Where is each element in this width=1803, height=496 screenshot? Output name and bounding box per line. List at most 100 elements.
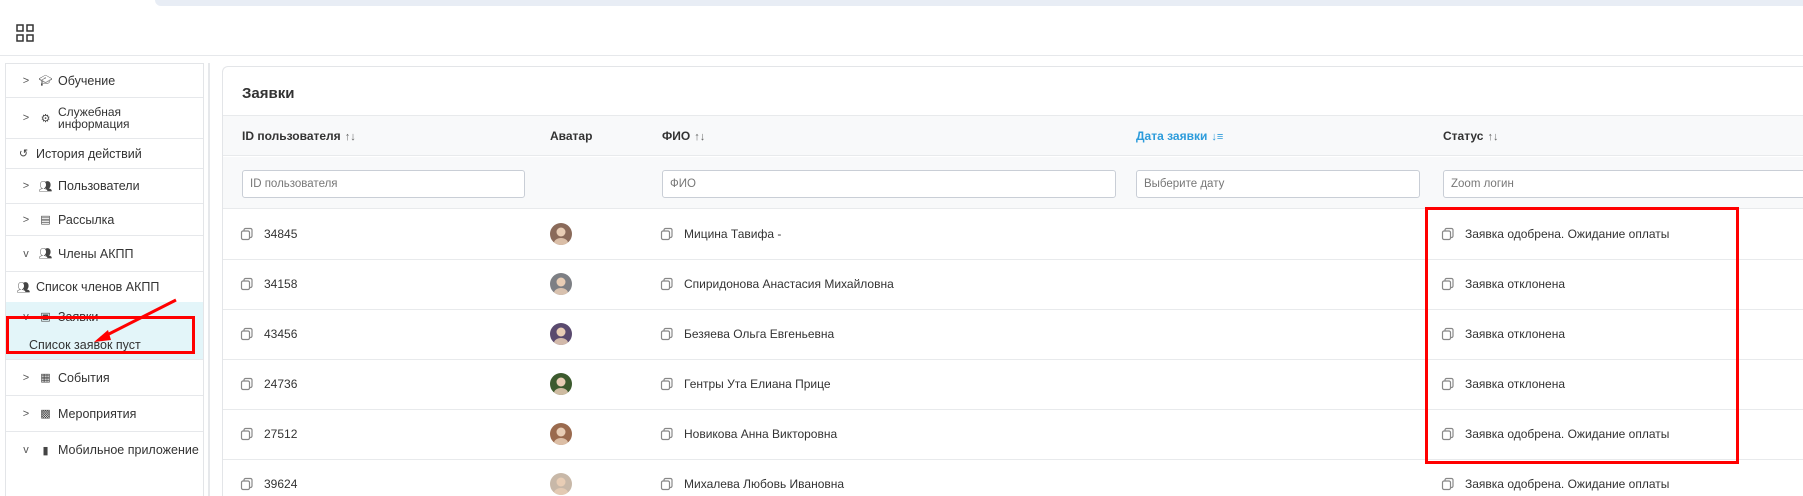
users-icon: 👥︎	[16, 281, 31, 294]
copy-icon[interactable]	[240, 377, 254, 391]
page-title: Заявки	[242, 85, 295, 102]
table-row[interactable]: 24736 Гентры Ута Елиана Прице Заявка откло…	[223, 360, 1803, 410]
status-cell: Заявка одобрена. Ожидание оплаты	[1441, 477, 1669, 491]
copy-icon[interactable]	[1441, 327, 1455, 341]
copy-icon[interactable]	[1441, 277, 1455, 291]
status-value: Заявка отклонена	[1465, 277, 1566, 291]
column-header-status[interactable]: Статус ↑↓	[1443, 129, 1498, 143]
fio-value: Новикова Анна Викторовна	[684, 427, 838, 441]
user-id-cell: 34845	[240, 227, 297, 241]
sidebar-item-history[interactable]: ↺ История действий	[6, 139, 203, 169]
user-id-value: 39624	[264, 477, 298, 491]
avatar-image	[554, 327, 568, 345]
grid-icon[interactable]	[16, 24, 34, 42]
copy-icon[interactable]	[240, 477, 254, 491]
id-card-icon: ▣	[40, 311, 51, 323]
copy-icon[interactable]	[660, 477, 674, 491]
copy-icon[interactable]	[240, 277, 254, 291]
fio-value: Гентры Ута Елиана Прице	[684, 377, 831, 391]
newspaper-icon: ▤	[40, 214, 51, 226]
sidebar-item-label: Служебная информация	[58, 106, 130, 130]
table-row[interactable]: 34845 Мицина Тавифа - Заявка одобрена. Ожи…	[223, 210, 1803, 260]
sidebar-divider	[208, 63, 210, 496]
status-cell: Заявка одобрена. Ожидание оплаты	[1441, 427, 1669, 441]
sidebar-item-label: Рассылка	[58, 212, 115, 227]
copy-icon[interactable]	[660, 327, 674, 341]
table-row[interactable]: 27512 Новикова Анна Викторовна Заявка одоб…	[223, 410, 1803, 460]
status-cell: Заявка отклонена	[1441, 327, 1565, 341]
sidebar-item-label: Пользователи	[58, 179, 140, 193]
fio-value: Мицина Тавифа -	[684, 227, 782, 241]
applications-panel: Заявки ID пользователя ↑↓ Аватар ФИО ↑↓ Да…	[222, 66, 1803, 496]
sort-icon[interactable]: ↑↓	[345, 131, 356, 143]
date-filter-input[interactable]	[1136, 170, 1420, 198]
status-filter-input[interactable]	[1443, 170, 1803, 198]
copy-icon[interactable]	[660, 377, 674, 391]
copy-icon[interactable]	[240, 427, 254, 441]
sidebar-item-education[interactable]: > 🎓︎ Обучение	[6, 64, 203, 98]
gears-icon: ⚙︎	[40, 112, 51, 125]
status-cell: Заявка отклонена	[1441, 277, 1565, 291]
fio-filter-input[interactable]	[662, 170, 1116, 198]
copy-icon[interactable]	[240, 327, 254, 341]
table-row[interactable]: 39624 Михалева Любовь Ивановна Заявка одоб…	[223, 460, 1803, 496]
sidebar-item-label: Список заявок пуст	[29, 338, 141, 352]
column-header-user-id[interactable]: ID пользователя ↑↓	[242, 129, 356, 143]
sidebar-item-mobile-app[interactable]: v ▮ Мобильное приложение	[6, 432, 203, 468]
table-header: ID пользователя ↑↓ Аватар ФИО ↑↓ Дата заяв…	[223, 115, 1803, 156]
user-group-icon: 👥︎	[38, 248, 53, 260]
mobile-icon: ▮	[42, 444, 49, 457]
sidebar-item-service-info[interactable]: > ⚙︎ Служебная информация	[6, 98, 203, 139]
sort-icon[interactable]: ↑↓	[1487, 131, 1498, 143]
chevron-down-icon: v	[23, 247, 29, 260]
sidebar-item-label: События	[58, 370, 110, 385]
sidebar-item-users[interactable]: > 👥︎ Пользователи	[6, 169, 203, 204]
user-id-filter-input[interactable]	[242, 170, 525, 198]
copy-icon[interactable]	[1441, 427, 1455, 441]
sidebar-item-akpp-members[interactable]: v 👥︎ Члены АКПП	[6, 236, 203, 272]
user-id-value: 34158	[264, 277, 298, 291]
status-cell: Заявка одобрена. Ожидание оплаты	[1441, 227, 1669, 241]
sidebar-item-applications[interactable]: v ▣ Заявки	[6, 302, 203, 331]
copy-icon[interactable]	[660, 427, 674, 441]
user-id-value: 43456	[264, 327, 298, 341]
column-label: ID пользователя	[242, 129, 341, 143]
chevron-down-icon: v	[23, 444, 29, 456]
avatar-image	[554, 427, 568, 445]
column-label: ФИО	[662, 129, 691, 143]
copy-icon[interactable]	[1441, 227, 1455, 241]
filter-row	[223, 157, 1803, 209]
graduation-cap-icon: 🎓︎	[38, 75, 53, 87]
chevron-right-icon: >	[22, 180, 30, 192]
copy-icon[interactable]	[1441, 477, 1455, 491]
avatar	[550, 273, 572, 295]
sidebar-item-activities[interactable]: > ▩ Мероприятия	[6, 396, 203, 432]
sidebar-item-events[interactable]: > ▦ События	[6, 360, 203, 396]
copy-icon[interactable]	[660, 227, 674, 241]
sidebar-item-label-line: информация	[58, 117, 130, 131]
column-header-avatar: Аватар	[550, 129, 592, 143]
sort-icon[interactable]: ↑↓	[694, 131, 705, 143]
column-label: Дата заявки	[1136, 129, 1208, 143]
sidebar-item-members-list[interactable]: 👥︎ Список членов АКПП	[6, 272, 203, 302]
fio-cell: Новикова Анна Викторовна	[660, 427, 837, 441]
sidebar-item-applications-empty[interactable]: Список заявок пуст	[6, 331, 203, 360]
fio-value: Спиридонова Анастасия Михайловна	[684, 277, 894, 291]
status-value: Заявка одобрена. Ожидание оплаты	[1465, 477, 1670, 491]
user-id-cell: 34158	[240, 277, 297, 291]
copy-icon[interactable]	[240, 227, 254, 241]
status-value: Заявка отклонена	[1465, 327, 1566, 341]
copy-icon[interactable]	[660, 277, 674, 291]
table-row[interactable]: 34158 Спиридонова Анастасия Михайловна Зая…	[223, 260, 1803, 310]
user-id-cell: 27512	[240, 427, 297, 441]
column-header-date[interactable]: Дата заявки ↓≡	[1136, 129, 1223, 143]
copy-icon[interactable]	[1441, 377, 1455, 391]
sidebar-item-label: Заявки	[58, 309, 99, 324]
status-value: Заявка отклонена	[1465, 377, 1566, 391]
sidebar-item-label: Список членов АКПП	[36, 280, 160, 294]
sidebar-item-newsletter[interactable]: > ▤ Рассылка	[6, 204, 203, 236]
column-header-fio[interactable]: ФИО ↑↓	[662, 129, 705, 143]
table-row[interactable]: 43456 Безяева Ольга Евгеньевна Заявка откл…	[223, 310, 1803, 360]
sort-desc-icon[interactable]: ↓≡	[1211, 131, 1223, 143]
user-id-value: 24736	[264, 377, 298, 391]
